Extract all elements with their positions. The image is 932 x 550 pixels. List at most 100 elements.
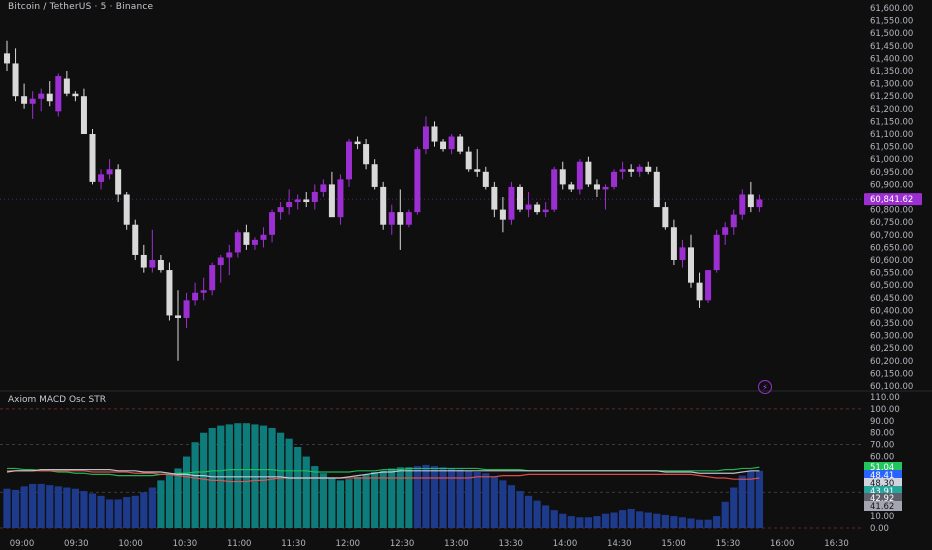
symbol-title[interactable]: Bitcoin / TetherUS · 5 · Binance — [8, 2, 153, 12]
price-tick-label: 60,600.00 — [870, 256, 913, 266]
histogram-bar — [396, 467, 404, 528]
histogram-bar — [71, 488, 79, 528]
histogram-bar — [362, 474, 370, 528]
candle-body — [542, 209, 549, 213]
histogram-bar — [11, 489, 20, 528]
candle-body — [405, 212, 412, 225]
histogram-bar — [567, 516, 575, 528]
histogram-bar — [755, 470, 763, 528]
histogram-bar — [661, 514, 669, 528]
candle-body — [337, 179, 344, 218]
candle-body — [380, 186, 387, 225]
candle-body — [414, 149, 421, 213]
histogram-bar — [559, 513, 567, 528]
candle-body — [234, 232, 241, 253]
candle-body — [328, 184, 335, 218]
histogram-bar — [687, 518, 695, 528]
price-tick-label: 61,500.00 — [870, 29, 913, 39]
candle-body — [465, 151, 472, 170]
candle-body — [98, 174, 105, 182]
histogram-bar — [353, 476, 362, 528]
price-tick-label: 61,350.00 — [870, 67, 913, 77]
histogram-bar — [277, 432, 285, 528]
histogram-bar — [88, 493, 97, 528]
osc-tick-label: 110.00 — [870, 393, 900, 403]
histogram-bar — [37, 483, 45, 528]
histogram-bar — [174, 468, 182, 528]
time-tick-label: 12:00 — [336, 539, 361, 549]
price-tick-label: 60,950.00 — [870, 168, 913, 178]
histogram-bar — [200, 432, 208, 528]
time-tick-label: 16:00 — [770, 539, 795, 549]
histogram-bar — [713, 516, 721, 528]
candle-body — [422, 126, 429, 150]
candle-body — [157, 260, 164, 271]
candle-body — [12, 63, 19, 97]
histogram-bar — [285, 438, 293, 528]
alert-icon[interactable]: ⚡ — [758, 380, 772, 394]
histogram-bar — [601, 513, 610, 528]
histogram-bar — [242, 423, 250, 528]
candle-body — [482, 171, 489, 187]
time-tick-label: 10:00 — [118, 539, 143, 549]
histogram-bar — [268, 427, 276, 528]
trading-chart[interactable]: 61,600.00 61,550.00 61,500.00 61,450.00 61,4… — [0, 0, 932, 550]
histogram-bar — [516, 491, 524, 528]
candle-body — [192, 292, 199, 301]
price-tick-label: 60,200.00 — [870, 357, 913, 367]
histogram-bar — [499, 480, 507, 528]
candle-body — [508, 186, 515, 220]
indicator-title[interactable]: Axiom MACD Osc STR — [8, 395, 106, 405]
time-tick-label: 10:30 — [173, 539, 198, 549]
candle-body — [602, 186, 609, 190]
price-tick-label: 61,550.00 — [870, 17, 913, 27]
histogram-bar — [473, 472, 481, 528]
price-tick-label: 60,750.00 — [870, 218, 913, 228]
histogram-bar — [106, 499, 114, 528]
candle-body — [115, 169, 122, 195]
histogram-bar — [29, 483, 37, 528]
candle-body — [730, 214, 737, 228]
histogram-bar — [430, 466, 439, 528]
candle-body — [713, 234, 720, 271]
histogram-bar — [123, 497, 131, 528]
histogram-bar — [738, 475, 746, 528]
time-tick-label: 16:30 — [824, 539, 849, 549]
time-tick-label: 15:30 — [716, 539, 741, 549]
candle-body — [457, 136, 464, 152]
histogram-bar — [550, 510, 558, 528]
candle-body — [166, 270, 173, 316]
osc-tick-label: 80.00 — [870, 429, 894, 439]
candle-body — [593, 184, 600, 190]
candle-body — [226, 252, 233, 258]
candle-body — [705, 270, 712, 301]
price-tick-label: 60,450.00 — [870, 294, 913, 304]
candle-body — [517, 186, 523, 210]
histogram-bar — [490, 476, 498, 528]
candle-body — [106, 169, 113, 175]
time-tick-label: 14:00 — [553, 539, 578, 549]
histogram-bar — [97, 495, 105, 528]
candle-body — [200, 290, 207, 293]
histogram-bar — [114, 499, 122, 528]
candle-body — [303, 199, 310, 203]
candle-body — [431, 126, 438, 142]
histogram-bar — [644, 512, 652, 528]
price-tick-label: 60,350.00 — [870, 319, 913, 329]
candle-body — [63, 78, 70, 94]
candle-body — [679, 247, 686, 260]
candle-body — [491, 186, 498, 210]
candle-body — [149, 260, 156, 268]
candle-body — [294, 199, 301, 203]
histogram-bar — [593, 516, 601, 528]
histogram-bar — [140, 492, 148, 528]
candle-body — [320, 184, 327, 192]
price-tick-label: 60,100.00 — [870, 382, 913, 392]
last-price-label: 60,841.62 — [870, 195, 913, 205]
candle-body — [269, 212, 276, 235]
histogram-bar — [191, 442, 199, 528]
candle-body — [628, 169, 635, 172]
candle-body — [132, 224, 139, 255]
price-tick-label: 60,300.00 — [870, 332, 913, 342]
price-tick-label: 60,800.00 — [870, 206, 913, 216]
